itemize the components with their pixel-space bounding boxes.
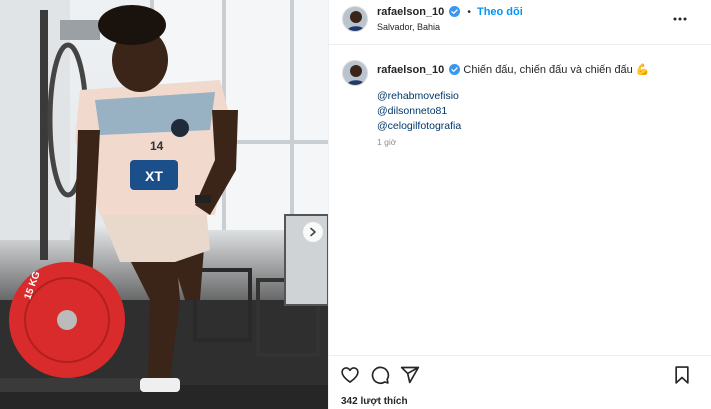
mention-link-rehabmovefisio[interactable]: @rehabmovefisio xyxy=(377,89,461,104)
carousel-next-button[interactable] xyxy=(303,222,323,242)
share-send-icon[interactable] xyxy=(400,365,420,385)
follow-button[interactable]: Theo dõi xyxy=(477,6,523,18)
post-photo: XT 14 15 KG xyxy=(0,0,328,409)
gym-scene-illustration: XT 14 15 KG xyxy=(0,0,328,409)
verified-badge-icon xyxy=(449,6,461,17)
location-link[interactable]: Salvador, Bahia xyxy=(377,22,440,32)
comment-bubble-icon[interactable] xyxy=(370,365,390,385)
like-heart-icon[interactable] xyxy=(340,365,360,385)
chevron-right-icon xyxy=(310,227,316,237)
post-header: rafaelson_10 • Theo dõi Salvador, Bahia xyxy=(329,0,711,45)
caption-username-link[interactable]: rafaelson_10 xyxy=(377,64,444,76)
flexed-biceps-emoji: 💪 xyxy=(635,64,650,76)
separator-dot: • xyxy=(467,7,471,18)
save-bookmark-icon[interactable] xyxy=(672,365,692,385)
mention-link-celogilfotografia[interactable]: @celogilfotografia xyxy=(377,119,461,134)
avatar-image xyxy=(343,61,367,85)
mention-link-dilsonneto81[interactable]: @dilsonneto81 xyxy=(377,104,461,119)
avatar-image xyxy=(343,7,367,31)
avatar[interactable] xyxy=(342,60,368,86)
header-name-row: rafaelson_10 • Theo dõi xyxy=(377,6,523,18)
post-timestamp[interactable]: 1 giờ xyxy=(377,137,396,147)
post-side-panel: rafaelson_10 • Theo dõi Salvador, Bahia … xyxy=(328,0,711,409)
username-link[interactable]: rafaelson_10 xyxy=(377,6,444,18)
mention-list: @rehabmovefisio @dilsonneto81 @celogilfo… xyxy=(377,89,461,134)
avatar[interactable] xyxy=(342,6,368,32)
likes-count[interactable]: 342 lượt thích xyxy=(341,396,408,407)
verified-badge-icon xyxy=(449,64,461,75)
shirt-logo-text: XT xyxy=(145,168,163,184)
post-actions-bar: 342 lượt thích xyxy=(329,355,711,409)
more-options-icon[interactable] xyxy=(672,11,688,27)
caption-line: rafaelson_10 Chiến đấu, chiến đấu và chi… xyxy=(377,63,697,78)
shirt-number-text: 14 xyxy=(150,139,164,153)
caption-text: Chiến đấu, chiến đấu và chiến đấu xyxy=(463,64,633,76)
